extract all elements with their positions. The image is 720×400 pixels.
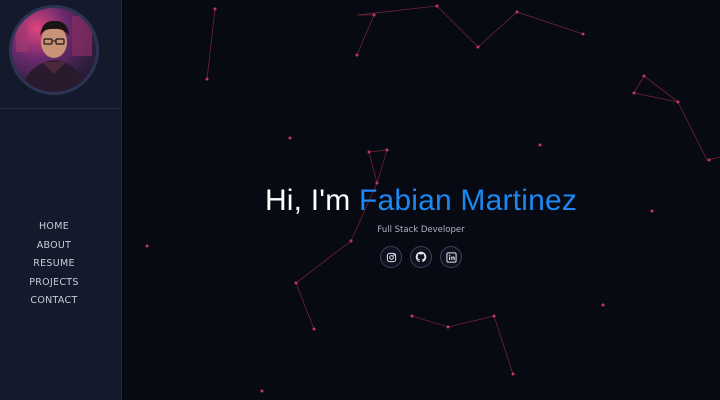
linkedin-link[interactable] [440, 246, 462, 268]
nav-item-about[interactable]: ABOUT [0, 237, 108, 256]
hero-name: Fabian Martinez [358, 184, 578, 217]
github-icon [415, 251, 427, 263]
nav-item-resume[interactable]: RESUME [0, 255, 108, 274]
social-links [122, 246, 720, 268]
hero-greeting: Hi, I'm [264, 184, 351, 217]
hero-heading: Hi, I'm Fabian Martinez [122, 180, 720, 222]
github-link[interactable] [410, 246, 432, 268]
sidebar: HOME ABOUT RESUME PROJECTS CONTACT [0, 0, 122, 400]
hero-subtitle: Full Stack Developer [377, 225, 465, 235]
linkedin-icon [445, 251, 457, 263]
nav-item-contact[interactable]: CONTACT [0, 292, 108, 311]
instagram-link[interactable] [380, 246, 402, 268]
main-nav: HOME ABOUT RESUME PROJECTS CONTACT [0, 218, 108, 311]
avatar [9, 5, 99, 95]
nav-item-projects[interactable]: PROJECTS [0, 274, 108, 293]
hero-section: Hi, I'm Fabian Martinez Full Stack Devel… [122, 180, 720, 268]
instagram-icon [386, 252, 396, 262]
sidebar-divider [0, 108, 122, 109]
nav-item-home[interactable]: HOME [0, 218, 108, 237]
